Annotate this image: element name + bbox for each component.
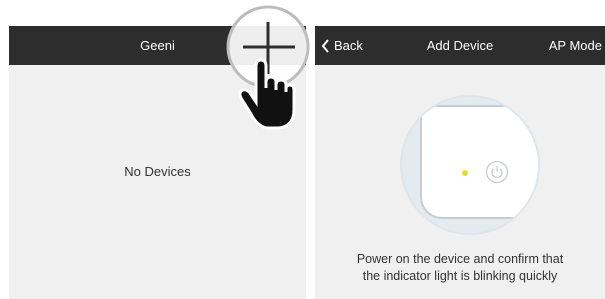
add-device-screen: Back Add Device AP Mode Power on the dev… [315, 26, 605, 299]
top-navbar: Geeni [9, 26, 306, 65]
device-illustration [400, 95, 540, 235]
page-title: Geeni [140, 38, 175, 53]
indicator-light [462, 170, 468, 176]
instruction-text: Power on the device and confirm that the… [315, 251, 605, 285]
ap-mode-button[interactable]: AP Mode [549, 26, 602, 65]
device-list-screen: Geeni No Devices [9, 26, 306, 299]
empty-state-text: No Devices [124, 164, 191, 179]
top-navbar: Back Add Device AP Mode [315, 26, 605, 65]
instruction-line: Power on the device and confirm that [356, 252, 564, 266]
power-icon [485, 160, 509, 184]
instruction-line: the indicator light is blinking quickly [362, 269, 558, 283]
device-body [420, 105, 538, 219]
